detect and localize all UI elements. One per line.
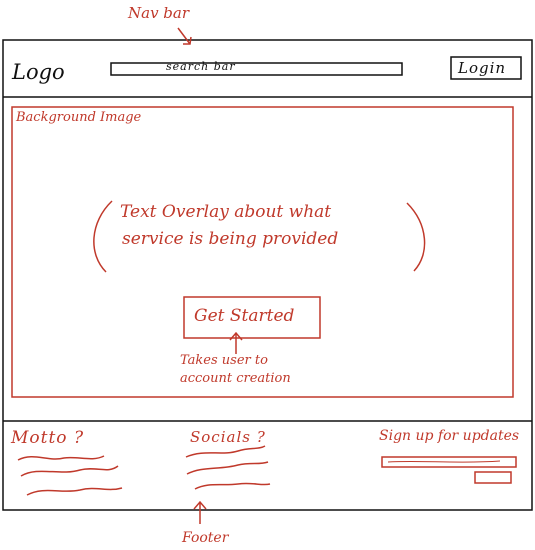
cta-note-line-1: Takes user to [180, 353, 268, 368]
footer-arrow [193, 500, 207, 524]
navbar-annotation: Nav bar [128, 4, 190, 22]
left-paren [93, 200, 113, 273]
signup-button-box [474, 471, 512, 484]
search-input[interactable]: search bar [166, 60, 236, 73]
login-button[interactable]: Login [458, 59, 506, 77]
footer-socials-heading: Socials ? [190, 428, 266, 446]
right-paren [406, 202, 426, 272]
socials-squiggle-2 [186, 461, 269, 475]
search-bar-box [110, 62, 403, 76]
motto-squiggle-1 [17, 455, 105, 461]
navbar-arrow [177, 27, 192, 45]
footer-signup-heading: Sign up for updates [379, 428, 520, 444]
signup-input-box [381, 456, 517, 468]
overlay-text-line-1: Text Overlay about what [120, 202, 332, 222]
footer-annotation: Footer [182, 530, 229, 546]
background-image-label: Background Image [16, 110, 142, 125]
socials-squiggle-1 [185, 445, 266, 458]
wireframe-drawing [2, 27, 533, 524]
motto-squiggle-2 [20, 465, 119, 477]
cta-arrow [229, 331, 243, 354]
logo[interactable]: Logo [12, 60, 65, 84]
socials-squiggle-3 [194, 482, 271, 490]
get-started-button[interactable]: Get Started [194, 306, 294, 326]
footer-motto-heading: Motto ? [11, 428, 85, 448]
cta-note-line-2: account creation [180, 371, 291, 386]
motto-squiggle-3 [26, 487, 123, 496]
overlay-text-line-2: service is being provided [122, 229, 339, 249]
signup-input-scribble [387, 460, 501, 463]
